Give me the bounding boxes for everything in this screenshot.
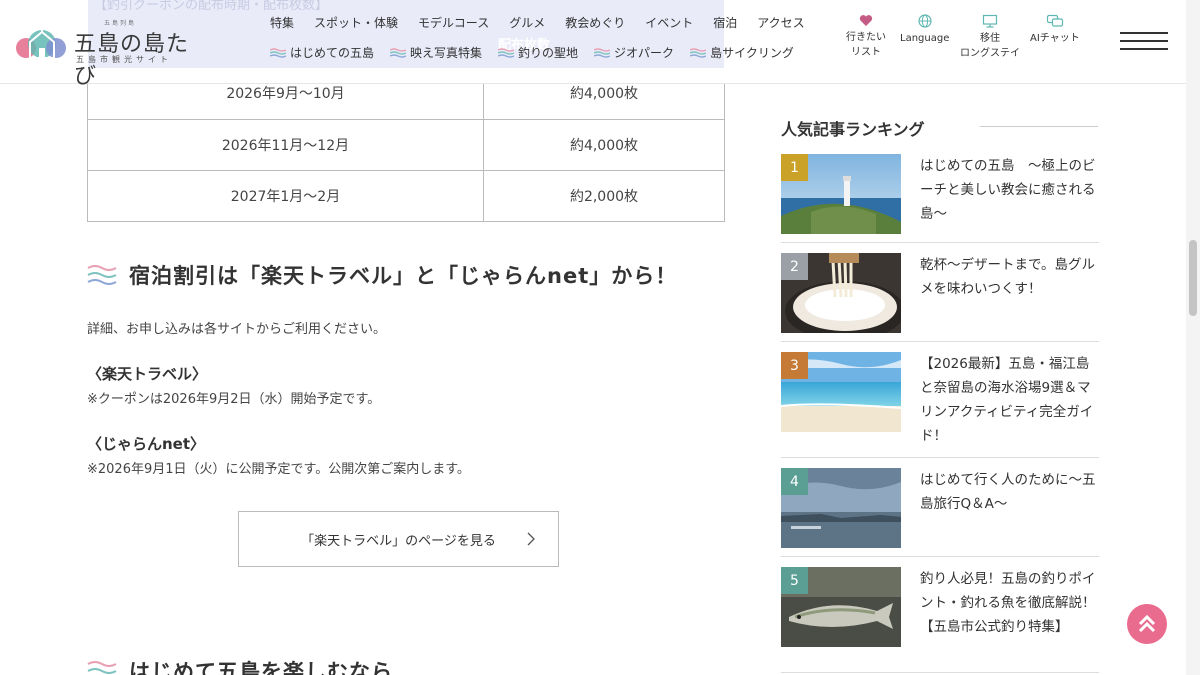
language-link[interactable]: Language bbox=[900, 14, 949, 46]
ranking-item-title: 乾杯〜デザートまで。島グルメを味わいつくす！ bbox=[920, 257, 1095, 297]
chevron-right-icon bbox=[527, 532, 535, 546]
rank-badge: 4 bbox=[781, 468, 808, 495]
ranking-item-title: はじめての五島 〜極上のビーチと美しい教会に癒される島〜 bbox=[920, 158, 1096, 222]
ranking-item[interactable]: 5 釣り人必見！五島の釣りポイント・釣れる魚を徹底解説！【五島市公式釣り特集】 bbox=[781, 567, 1099, 673]
rakuten-heading: 〈楽天トラベル〉 bbox=[87, 365, 208, 383]
ranking-item-title: はじめて行く人のために〜五島旅行Q＆A〜 bbox=[920, 472, 1096, 512]
language-label: Language bbox=[900, 33, 950, 44]
wishlist-label-1: 行きたい bbox=[846, 32, 886, 43]
chat-bubble-icon bbox=[1046, 14, 1063, 27]
next-section-title: はじめて五島を楽しむなら bbox=[129, 660, 393, 675]
nav-item-spots[interactable]: スポット・体験 bbox=[314, 14, 398, 31]
rank-badge: 5 bbox=[781, 567, 808, 594]
monitor-icon bbox=[982, 14, 998, 28]
count-cell: 約2,000枚 bbox=[483, 169, 725, 222]
ranking-item-title: 【2026最新】五島・福江島と奈留島の海水浴場9選＆マリンアクティビティ完全ガイ… bbox=[920, 356, 1094, 444]
nav-item-gourmet[interactable]: グルメ bbox=[509, 14, 545, 31]
jalan-heading: 〈じゃらんnet〉 bbox=[87, 435, 206, 453]
nav-item-stay[interactable]: 宿泊 bbox=[713, 14, 737, 31]
site-logo[interactable]: 五島列島 五島の島たび 五島市観光サイト bbox=[16, 18, 206, 89]
rank-badge: 2 bbox=[781, 253, 808, 280]
nav2-geopark[interactable]: ジオパーク bbox=[594, 44, 674, 61]
migration-label-1: 移住 bbox=[980, 33, 1000, 44]
wishlist-label-2: リスト bbox=[851, 47, 881, 58]
ranking-item[interactable]: 4 はじめて行く人のために〜五島旅行Q＆A〜 bbox=[781, 468, 1099, 557]
section-heading: 宿泊割引は「楽天トラベル」と「じゃらんnet」から！ bbox=[87, 260, 677, 290]
double-chevron-up-icon bbox=[1138, 614, 1156, 633]
migration-link[interactable]: 移住 ロングステイ bbox=[960, 14, 1020, 61]
hamburger-menu-button[interactable] bbox=[1120, 32, 1168, 52]
ranking-item[interactable]: 3 【2026最新】五島・福江島と奈留島の海水浴場9選＆マリンアクティビティ完全… bbox=[781, 352, 1099, 458]
nav2-fishing[interactable]: 釣りの聖地 bbox=[498, 44, 578, 61]
coupon-distribution-table: 2026年9月〜10月 約4,000枚 2026年11月〜12月 約4,000枚… bbox=[87, 68, 725, 222]
nav-item-events[interactable]: イベント bbox=[645, 14, 693, 31]
ranking-title: 人気記事ランキング bbox=[781, 120, 925, 139]
primary-nav: 特集 スポット・体験 モデルコース グルメ 教会めぐり イベント 宿泊 アクセス bbox=[270, 14, 805, 31]
ranking-title-rule bbox=[980, 126, 1098, 127]
hamburger-line bbox=[1120, 40, 1168, 42]
period-cell: 2026年11月〜12月 bbox=[87, 118, 484, 171]
jalan-note: ※2026年9月1日（火）に公開予定です。公開次第ご案内します。 bbox=[87, 462, 470, 477]
nav2-photo-spots[interactable]: 映え写真特集 bbox=[390, 44, 482, 61]
ghost-heading: 【釣引クーポンの配布時期・配布枚数】 bbox=[94, 0, 329, 13]
wave-icon bbox=[87, 265, 117, 285]
ranking-item-title: 釣り人必見！五島の釣りポイント・釣れる魚を徹底解説！【五島市公式釣り特集】 bbox=[920, 571, 1096, 635]
logo-subtitle: 五島市観光サイト bbox=[76, 55, 172, 64]
intro-text: 詳細、お申し込みは各サイトからご利用ください。 bbox=[87, 322, 387, 337]
rank-badge: 1 bbox=[781, 154, 808, 181]
rakuten-note: ※クーポンは2026年9月2日（水）開始予定です。 bbox=[87, 392, 381, 407]
wave-icon bbox=[270, 47, 286, 58]
scrollbar-thumb[interactable] bbox=[1189, 240, 1197, 316]
rakuten-page-button[interactable]: 「楽天トラベル」のページを見る bbox=[238, 511, 559, 567]
wave-icon bbox=[690, 47, 707, 58]
nav-item-features[interactable]: 特集 bbox=[270, 14, 294, 31]
nav-item-access[interactable]: アクセス bbox=[757, 14, 804, 31]
wave-icon bbox=[594, 47, 611, 58]
ai-chat-label: AIチャット bbox=[1030, 33, 1080, 44]
wishlist-link[interactable]: 行きたい リスト bbox=[846, 14, 886, 60]
wave-icon bbox=[498, 47, 515, 58]
period-cell: 2027年1月〜2月 bbox=[87, 169, 484, 222]
wave-icon bbox=[390, 47, 407, 58]
ranking-item[interactable]: 1 はじめての五島 〜極上のビーチと美しい教会に癒される島〜 bbox=[781, 154, 1099, 243]
table-row: 2027年1月〜2月 約2,000枚 bbox=[87, 169, 725, 222]
rakuten-button-label: 「楽天トラベル」のページを見る bbox=[301, 533, 496, 549]
scroll-to-top-button[interactable] bbox=[1127, 604, 1167, 644]
rank-badge: 3 bbox=[781, 352, 808, 379]
nav2-cycling[interactable]: 島サイクリング bbox=[690, 44, 794, 61]
hamburger-line bbox=[1120, 32, 1168, 34]
ai-chat-link[interactable]: AIチャット bbox=[1030, 14, 1080, 46]
hamburger-line bbox=[1120, 48, 1168, 50]
site-header: 【釣引クーポンの配布時期・配布枚数】 配布枚数 五島列島 五島の島たび 五島市観… bbox=[0, 0, 1186, 89]
count-cell: 約4,000枚 bbox=[483, 118, 725, 171]
nav-item-churches[interactable]: 教会めぐり bbox=[565, 14, 625, 31]
nav-item-model-course[interactable]: モデルコース bbox=[418, 14, 489, 31]
table-row: 2026年11月〜12月 約4,000枚 bbox=[87, 118, 725, 171]
nav2-first-goto[interactable]: はじめての五島 bbox=[270, 44, 374, 61]
church-logo-icon bbox=[16, 26, 66, 59]
globe-icon bbox=[918, 14, 932, 28]
wave-icon bbox=[87, 661, 117, 674]
heart-icon bbox=[859, 15, 873, 26]
page-scrollbar[interactable] bbox=[1186, 0, 1200, 675]
next-section-heading: はじめて五島を楽しむなら bbox=[87, 656, 393, 675]
secondary-nav: はじめての五島 映え写真特集 釣りの聖地 ジオパーク 島サイクリング bbox=[270, 44, 794, 61]
migration-label-2: ロングステイ bbox=[960, 48, 1020, 59]
ranking-item[interactable]: 2 乾杯〜デザートまで。島グルメを味わいつくす！ bbox=[781, 253, 1099, 342]
section-title: 宿泊割引は「楽天トラベル」と「じゃらんnet」から！ bbox=[129, 264, 678, 288]
